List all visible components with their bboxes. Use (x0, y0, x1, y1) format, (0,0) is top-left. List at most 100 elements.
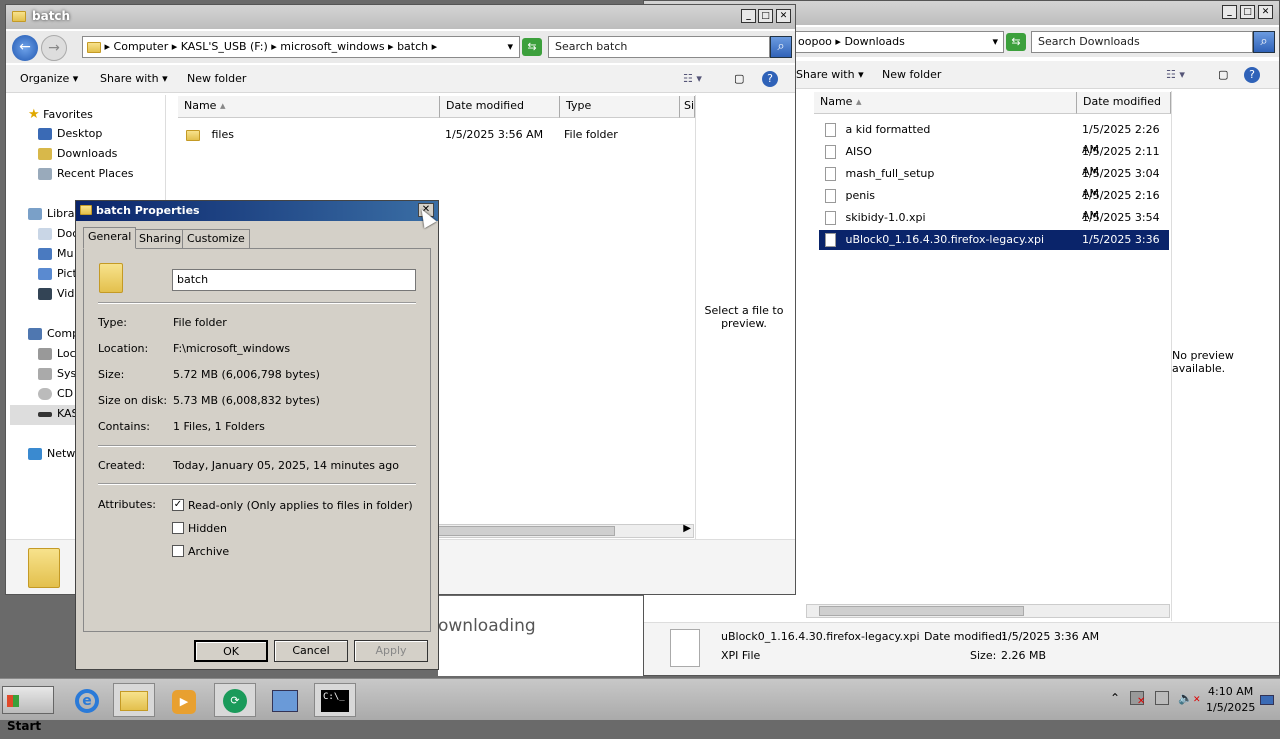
preview-pane-icon[interactable]: ▢ (1218, 68, 1228, 81)
column-type[interactable]: Type (560, 96, 680, 118)
forward-button[interactable]: → (41, 35, 67, 61)
close-button[interactable]: ✕ (1258, 5, 1273, 19)
share-with-button[interactable]: Share with ▾ (796, 68, 864, 81)
column-name[interactable]: Name ▴ (814, 92, 1077, 114)
security-tray-icon[interactable] (1155, 691, 1169, 705)
attributes-label: Attributes: (98, 498, 157, 511)
back-button[interactable]: ← (12, 35, 38, 61)
tab-general[interactable]: General (83, 227, 137, 249)
list-item[interactable]: penis 1/5/2025 2:16 AM (819, 186, 1169, 222)
list-item[interactable]: skibidy-1.0.xpi 1/5/2025 3:54 AM (819, 208, 1169, 244)
list-item[interactable]: mash_full_setup 1/5/2025 3:04 AM (819, 164, 1169, 200)
desktop-icon (38, 128, 52, 140)
new-folder-button[interactable]: New folder (187, 72, 246, 85)
windows-explorer-icon[interactable] (113, 683, 155, 717)
breadcrumb-batch[interactable]: batch (397, 40, 428, 53)
volume-muted-icon[interactable]: 🔈✕ (1178, 691, 1201, 705)
nav-computer[interactable]: Comp (28, 327, 79, 340)
preview-message: Select a file to preview. (704, 304, 784, 330)
network-tray-icon[interactable]: ✕ (1130, 691, 1145, 707)
breadcrumb-computer[interactable]: Computer (114, 40, 169, 53)
list-item[interactable]: files 1/5/2025 3:56 AM File folder (186, 125, 686, 145)
folder-name-input[interactable]: batch (172, 269, 416, 291)
folder-icon (12, 11, 26, 22)
show-hidden-icons-icon[interactable]: ⌃ (1110, 691, 1120, 705)
list-item[interactable]: uBlock0_1.16.4.30.firefox-legacy.xpi 1/5… (819, 230, 1169, 266)
command-prompt-icon[interactable]: C:\_ (314, 683, 356, 717)
search-icon[interactable]: ⌕ (1253, 31, 1275, 53)
nav-system[interactable]: Sys (38, 367, 76, 380)
nav-recent-places[interactable]: Recent Places (38, 167, 134, 180)
list-item[interactable]: AISO 1/5/2025 2:11 AM (819, 142, 1169, 178)
nav-cd-drive[interactable]: CD (38, 387, 73, 400)
clock-time[interactable]: 4:10 AM (1208, 685, 1253, 698)
column-size[interactable]: Si (680, 96, 695, 118)
minimize-button[interactable]: _ (741, 9, 756, 23)
show-desktop-button[interactable] (1260, 695, 1274, 705)
breadcrumb-downloads[interactable]: Downloads (844, 35, 904, 48)
internet-explorer-icon[interactable]: e (66, 683, 108, 717)
hidden-checkbox[interactable] (172, 522, 184, 534)
nav-libraries[interactable]: Libra (28, 207, 74, 220)
organize-button[interactable]: Organize ▾ (20, 72, 78, 85)
downloads-search-input[interactable]: Search Downloads (1031, 31, 1253, 53)
chevron-down-icon[interactable]: ▾ (507, 37, 513, 57)
batch-address-bar[interactable]: ▸ Computer ▸ KASL'S_USB (F:) ▸ microsoft… (82, 36, 520, 58)
horizontal-scrollbar[interactable] (806, 604, 1170, 618)
help-icon[interactable]: ? (1244, 67, 1260, 83)
batch-titlebar[interactable]: batch _ □ ✕ (6, 5, 795, 29)
start-button[interactable]: Start (2, 686, 54, 733)
ok-button[interactable]: OK (194, 640, 268, 662)
view-options-icon[interactable]: ☷ ▾ (1166, 68, 1185, 81)
nav-favorites[interactable]: ★ Favorites (28, 107, 93, 122)
background-window (438, 596, 643, 676)
breadcrumb-microsoft-windows[interactable]: microsoft_windows (280, 40, 384, 53)
preview-pane-icon[interactable]: ▢ (734, 72, 744, 85)
file-name: files (211, 128, 234, 141)
maximize-button[interactable]: □ (758, 9, 773, 23)
batch-search-input[interactable]: Search batch (548, 36, 770, 58)
minimize-button[interactable]: _ (1222, 5, 1237, 19)
nav-network[interactable]: Netw (28, 447, 75, 460)
refresh-icon[interactable]: ⇆ (522, 38, 542, 56)
downloads-address-bar[interactable]: oopoo ▸ Downloads ▾ (794, 31, 1004, 53)
view-options-icon[interactable]: ☷ ▾ (683, 72, 702, 85)
dialog-titlebar[interactable]: batch Properties ✕ (76, 201, 438, 221)
nav-usb-drive[interactable]: KAS (38, 407, 79, 420)
close-button[interactable]: ✕ (776, 9, 791, 23)
help-icon[interactable]: ? (762, 71, 778, 87)
nav-videos[interactable]: Vid (38, 287, 74, 300)
tab-customize[interactable]: Customize (182, 229, 250, 249)
refresh-icon[interactable]: ⇆ (1006, 33, 1026, 51)
clock-date[interactable]: 1/5/2025 (1206, 701, 1255, 714)
preview-pane-divider (695, 95, 696, 539)
column-date-modified[interactable]: Date modified (1077, 92, 1171, 114)
nav-local-disk[interactable]: Loc (38, 347, 76, 360)
media-player-icon[interactable]: ▶ (163, 683, 205, 717)
window-title: batch (32, 9, 71, 23)
app-green-icon[interactable]: ⟳ (214, 683, 256, 717)
search-icon[interactable]: ⌕ (770, 36, 792, 58)
nav-music[interactable]: Mu (38, 247, 73, 260)
new-folder-button[interactable]: New folder (882, 68, 941, 81)
nav-documents[interactable]: Doc (38, 227, 78, 240)
nav-downloads[interactable]: Downloads (38, 147, 117, 160)
apply-button[interactable]: Apply (354, 640, 428, 662)
archive-checkbox[interactable] (172, 545, 184, 557)
nav-pictures[interactable]: Pict (38, 267, 77, 280)
file-name: mash_full_setup (845, 167, 935, 180)
nav-desktop[interactable]: Desktop (38, 127, 102, 140)
details-size-value: 2.26 MB (1001, 649, 1047, 662)
list-item[interactable]: a kid formatted 1/5/2025 2:26 AM (819, 120, 1169, 156)
control-panel-icon[interactable] (264, 683, 306, 717)
breadcrumb-usb-drive[interactable]: KASL'S_USB (F:) (181, 40, 268, 53)
breadcrumb-oopoo[interactable]: oopoo (798, 35, 832, 48)
share-with-button[interactable]: Share with ▾ (100, 72, 168, 85)
column-name[interactable]: Name ▴ (178, 96, 440, 118)
chevron-down-icon[interactable]: ▾ (992, 32, 998, 52)
maximize-button[interactable]: □ (1240, 5, 1255, 19)
readonly-checkbox[interactable]: ✓ (172, 499, 184, 511)
tab-sharing[interactable]: Sharing (134, 229, 187, 249)
column-date-modified[interactable]: Date modified (440, 96, 560, 118)
cancel-button[interactable]: Cancel (274, 640, 348, 662)
